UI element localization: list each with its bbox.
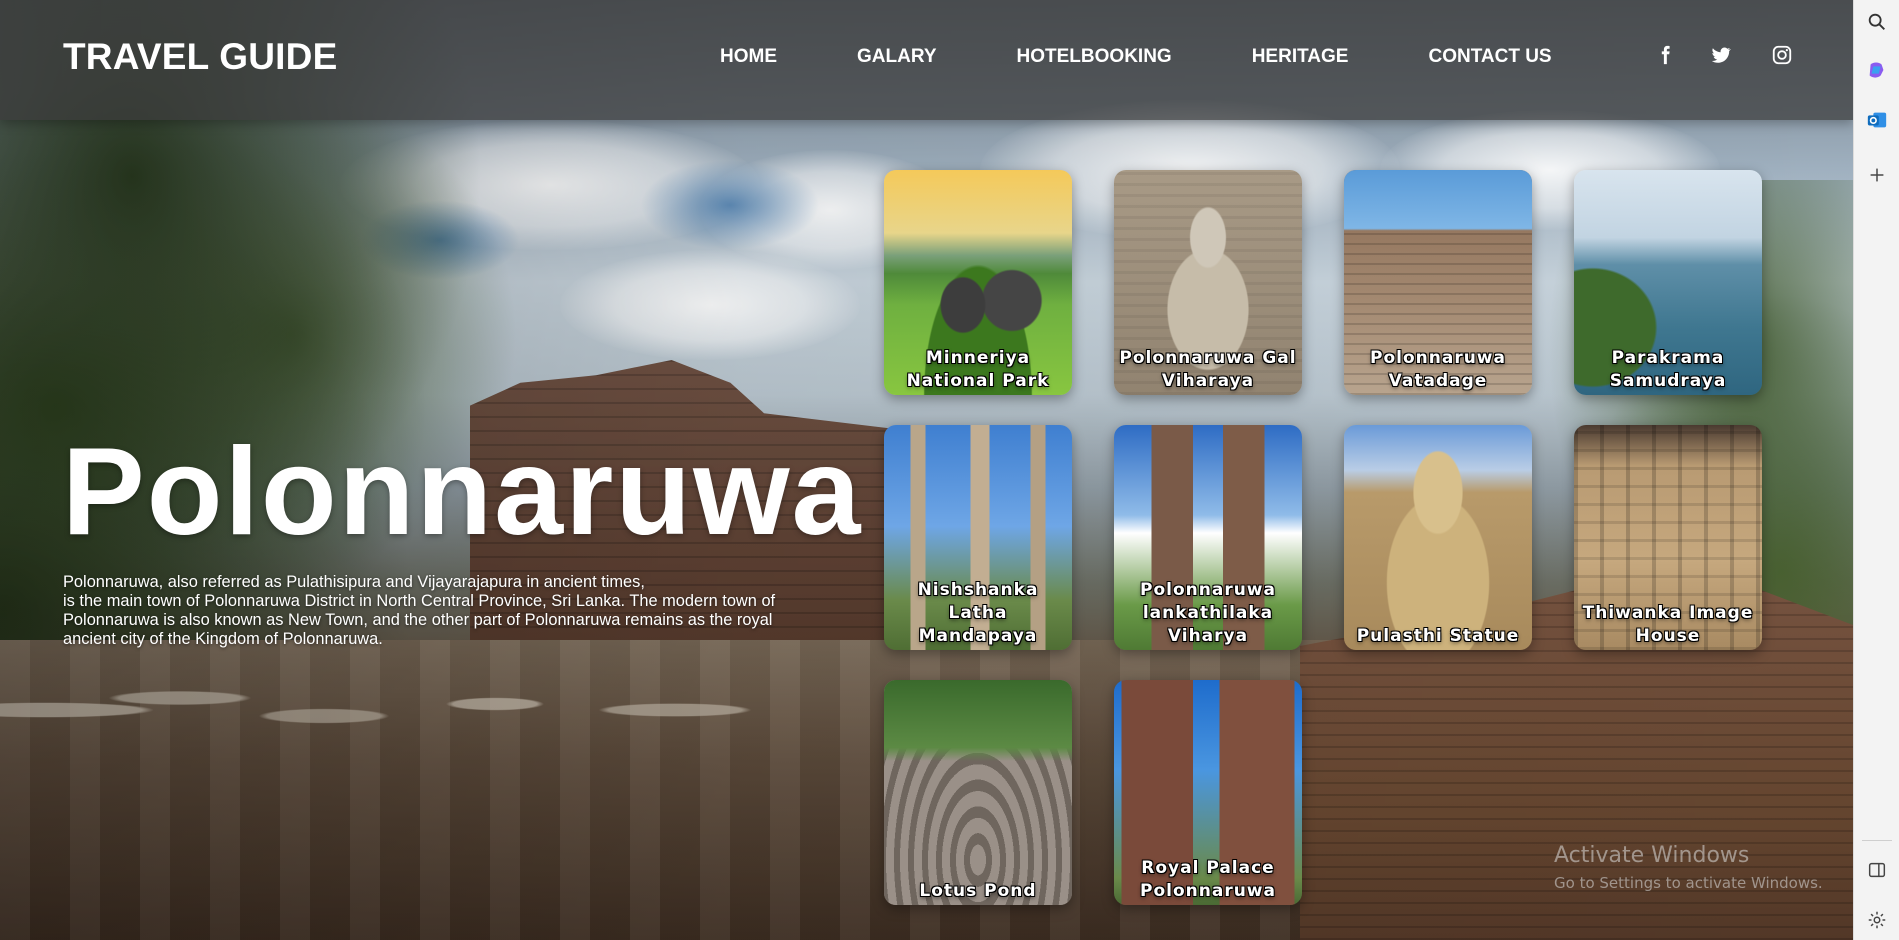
card-pulasthi-statue[interactable]: Pulasthi Statue [1344, 425, 1532, 650]
card-polonnaruwa-lankathilaka-viharya[interactable]: Polonnaruwa lankathilaka Viharya [1114, 425, 1302, 650]
copilot-icon[interactable] [1865, 58, 1889, 82]
instagram-icon[interactable] [1771, 44, 1795, 68]
watermark-subtitle: Go to Settings to activate Windows. [1554, 874, 1823, 892]
card-label: Parakrama Samudraya [1609, 348, 1727, 391]
outlook-icon[interactable] [1865, 108, 1889, 132]
hero-description-line: is the main town of Polonnaruwa District… [63, 592, 776, 610]
add-icon[interactable] [1865, 163, 1889, 187]
card-label: Thiwanka Image House [1582, 603, 1754, 646]
card-nishshanka-latha-mandapaya[interactable]: Nishshanka Latha Mandapaya [884, 425, 1072, 650]
nav-home[interactable]: HOME [720, 46, 777, 68]
card-label: Nishshanka Latha Mandapaya [917, 580, 1039, 646]
site-header: TRAVEL GUIDE HOME GALARY HOTELBOOKING HE… [0, 0, 1853, 120]
nav-heritage[interactable]: HERITAGE [1252, 46, 1349, 68]
settings-icon[interactable] [1865, 908, 1889, 932]
card-label: Polonnaruwa Gal Viharaya [1119, 348, 1297, 391]
facebook-icon[interactable] [1654, 44, 1678, 68]
search-icon[interactable] [1865, 10, 1889, 34]
main-nav: HOME GALARY HOTELBOOKING HERITAGE CONTAC… [720, 46, 1552, 68]
sidebar-toggle-icon[interactable] [1865, 858, 1889, 882]
nav-hotelbooking[interactable]: HOTELBOOKING [1017, 46, 1172, 68]
card-label: Polonnaruwa lankathilaka Viharya [1140, 580, 1276, 646]
card-lotus-pond[interactable]: Lotus Pond [884, 680, 1072, 905]
twitter-icon[interactable] [1710, 44, 1734, 68]
nav-contact-us[interactable]: CONTACT US [1428, 46, 1551, 68]
card-parakrama-samudraya[interactable]: Parakrama Samudraya [1574, 170, 1762, 395]
hero-description: Polonnaruwa, also referred as Pulathisip… [63, 573, 853, 649]
hero-description-line: Polonnaruwa, also referred as Pulathisip… [63, 573, 645, 591]
hero-title: Polonnaruwa [62, 423, 863, 561]
browser-sidebar [1853, 0, 1899, 940]
card-polonnaruwa-vatadage[interactable]: Polonnaruwa Vatadage [1344, 170, 1532, 395]
nav-galary[interactable]: GALARY [857, 46, 937, 68]
watermark-title: Activate Windows [1554, 843, 1750, 868]
site-logo[interactable]: TRAVEL GUIDE [63, 36, 337, 78]
card-label: Lotus Pond [919, 881, 1037, 901]
hero-description-line: ancient city of the Kingdom of Polonnaru… [63, 630, 383, 648]
hero-description-line: Polonnaruwa is also known as New Town, a… [63, 611, 773, 629]
sidebar-divider [1862, 840, 1892, 841]
card-label: Royal Palace Polonnaruwa [1140, 858, 1276, 901]
card-royal-palace-polonnaruwa[interactable]: Royal Palace Polonnaruwa [1114, 680, 1302, 905]
card-label: Minneriya National Park [906, 348, 1050, 391]
card-minneriya-national-park[interactable]: Minneriya National Park [884, 170, 1072, 395]
card-polonnaruwa-gal-viharaya[interactable]: Polonnaruwa Gal Viharaya [1114, 170, 1302, 395]
card-label: Pulasthi Statue [1356, 626, 1520, 646]
card-label: Polonnaruwa Vatadage [1370, 348, 1506, 391]
activate-windows-watermark: Activate Windows Go to Settings to activ… [1554, 843, 1823, 892]
card-thiwanka-image-house[interactable]: Thiwanka Image House [1574, 425, 1762, 650]
